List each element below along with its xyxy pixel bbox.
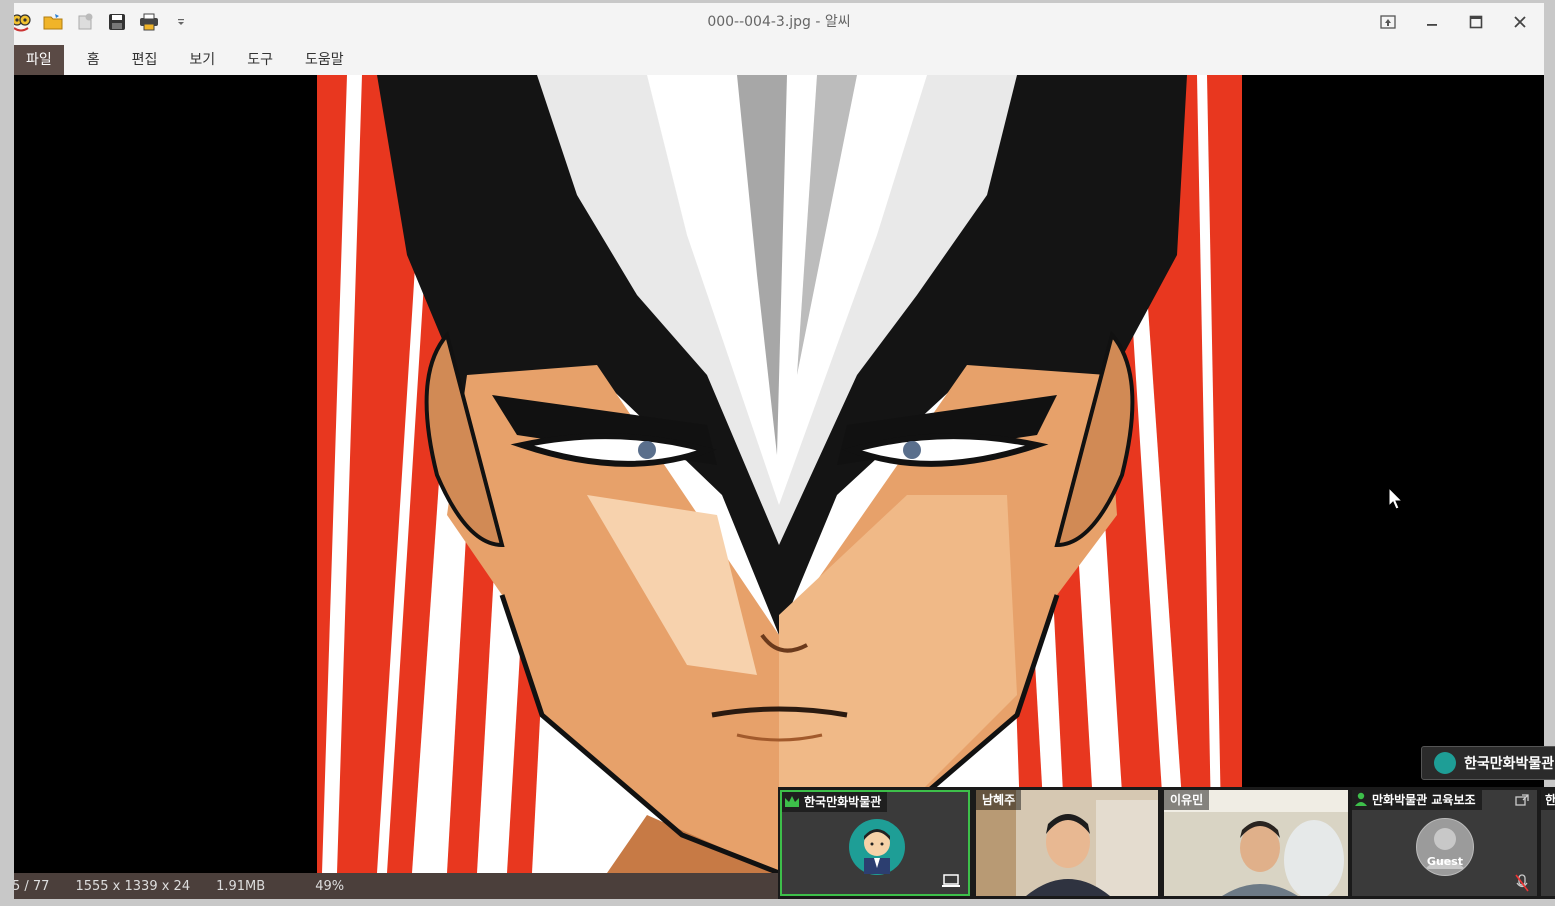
cartoon-avatar-icon — [849, 819, 905, 875]
participant-name: 만화박물관 교육보조 — [1352, 790, 1482, 810]
participant-tile[interactable]: 이유민 — [1164, 790, 1348, 896]
print-icon[interactable] — [138, 11, 160, 33]
participant-name: 남혜주 — [976, 790, 1022, 810]
save-icon[interactable] — [106, 11, 128, 33]
menu-tools[interactable]: 도구 — [234, 45, 286, 75]
app-logo-icon[interactable] — [14, 11, 32, 33]
title-bar: 000--004-3.jpg - 알씨 — [14, 3, 1544, 41]
participant-name: 한 — [1541, 790, 1555, 810]
window-title: 000--004-3.jpg - 알씨 — [707, 14, 851, 30]
dropdown-icon[interactable] — [170, 11, 192, 33]
active-speaker-chip[interactable]: 한국만화박물관 — [1421, 746, 1555, 780]
manga-artwork — [317, 75, 1242, 873]
participant-name: 한국만화박물관 — [782, 792, 888, 812]
menu-file[interactable]: 파일 — [14, 45, 64, 75]
participant-name: 이유민 — [1164, 790, 1210, 810]
participant-tile[interactable]: 남혜주 — [976, 790, 1158, 896]
image-dimensions: 1555 x 1339 x 24 — [75, 878, 191, 894]
image-canvas[interactable] — [14, 75, 1544, 873]
screen-share-icon — [942, 874, 960, 887]
menu-edit[interactable]: 편집 — [119, 45, 171, 75]
muted-mic-icon — [1515, 874, 1529, 892]
avatar: Guest — [1416, 818, 1474, 876]
menu-bar: 파일 홈 편집 보기 도구 도움말 — [14, 41, 1544, 76]
active-speaker-name: 한국만화박물관 — [1464, 756, 1555, 772]
host-crown-icon — [785, 796, 799, 807]
maximize-icon[interactable] — [1460, 7, 1492, 37]
open-folder-icon[interactable] — [42, 11, 64, 33]
participant-tile[interactable]: 한 — [1541, 790, 1555, 896]
minimize-icon[interactable] — [1416, 7, 1448, 37]
guest-label: Guest — [1426, 855, 1464, 868]
window-controls — [1372, 3, 1536, 41]
zoom-level[interactable]: 49% — [315, 879, 344, 894]
participant-strip: 한국만화박물관 남혜주 이유민 Guest 만화박물관 교육보조 한 — [778, 787, 1555, 899]
image-index: 5 / 77 — [14, 878, 50, 894]
image-viewer-window: 000--004-3.jpg - 알씨 파일 홈 편집 보기 도구 도움말 5 … — [14, 3, 1544, 899]
participant-tile[interactable]: 한국만화박물관 — [780, 790, 970, 896]
menu-home[interactable]: 홈 — [74, 45, 113, 75]
quick-access-toolbar — [14, 11, 192, 33]
add-icon[interactable] — [74, 11, 96, 33]
mouse-cursor-icon — [1388, 487, 1404, 510]
participant-tile[interactable]: Guest 만화박물관 교육보조 — [1352, 790, 1537, 896]
close-icon[interactable] — [1504, 7, 1536, 37]
pin-icon[interactable] — [1372, 7, 1404, 37]
menu-view[interactable]: 보기 — [176, 45, 228, 75]
menu-help[interactable]: 도움말 — [292, 45, 357, 75]
avatar — [1434, 752, 1456, 774]
popout-icon[interactable] — [1515, 794, 1529, 806]
file-size: 1.91MB — [216, 878, 266, 894]
person-icon — [1355, 792, 1367, 806]
